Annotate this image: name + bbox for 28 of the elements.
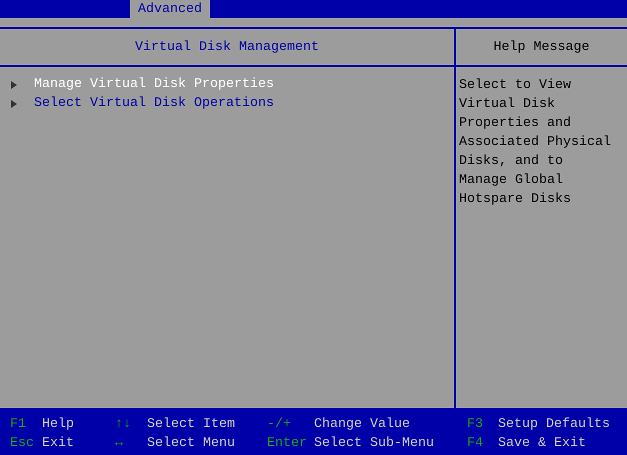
shortcut-label: Change Value	[314, 416, 411, 434]
help-text-line: Virtual Disk	[459, 96, 556, 114]
shortcut-key: Enter	[267, 434, 314, 453]
shortcut-key: ↔	[115, 434, 147, 453]
help-text-line: Associated Physical	[459, 134, 612, 152]
shortcut-label: Select Menu	[147, 435, 236, 453]
help-text-line: Manage Global	[459, 172, 564, 190]
shortcut-key: -/+	[267, 415, 314, 434]
menu-item[interactable]: Manage Virtual Disk Properties	[34, 77, 274, 92]
help-title: Help Message	[494, 40, 590, 54]
shortcut-key: ↑↓	[115, 415, 147, 434]
shortcut-label: Select Sub-Menu	[314, 435, 435, 453]
shortcut-key: F1	[10, 415, 42, 434]
shortcut-label: Select Item	[147, 416, 236, 434]
menu-tab[interactable]: Advanced	[130, 0, 210, 18]
shortcut-label: Save & Exit	[498, 435, 587, 453]
shortcut-key: Esc	[10, 434, 42, 453]
panel-title: Virtual Disk Management	[135, 40, 319, 54]
help-text-line: Properties and	[459, 115, 572, 133]
shortcut-key: F4	[467, 434, 498, 453]
shortcut-key: F3	[467, 415, 498, 434]
help-text-line: Hotspare Disks	[459, 191, 572, 209]
shortcut-label: Exit	[42, 435, 75, 453]
menu-item[interactable]: Select Virtual Disk Operations	[34, 96, 274, 111]
help-text-line: Select to View	[459, 77, 572, 95]
shortcut-label: Help	[42, 416, 75, 434]
shortcut-label: Setup Defaults	[498, 416, 611, 434]
help-text-line: Disks, and to	[459, 153, 564, 171]
